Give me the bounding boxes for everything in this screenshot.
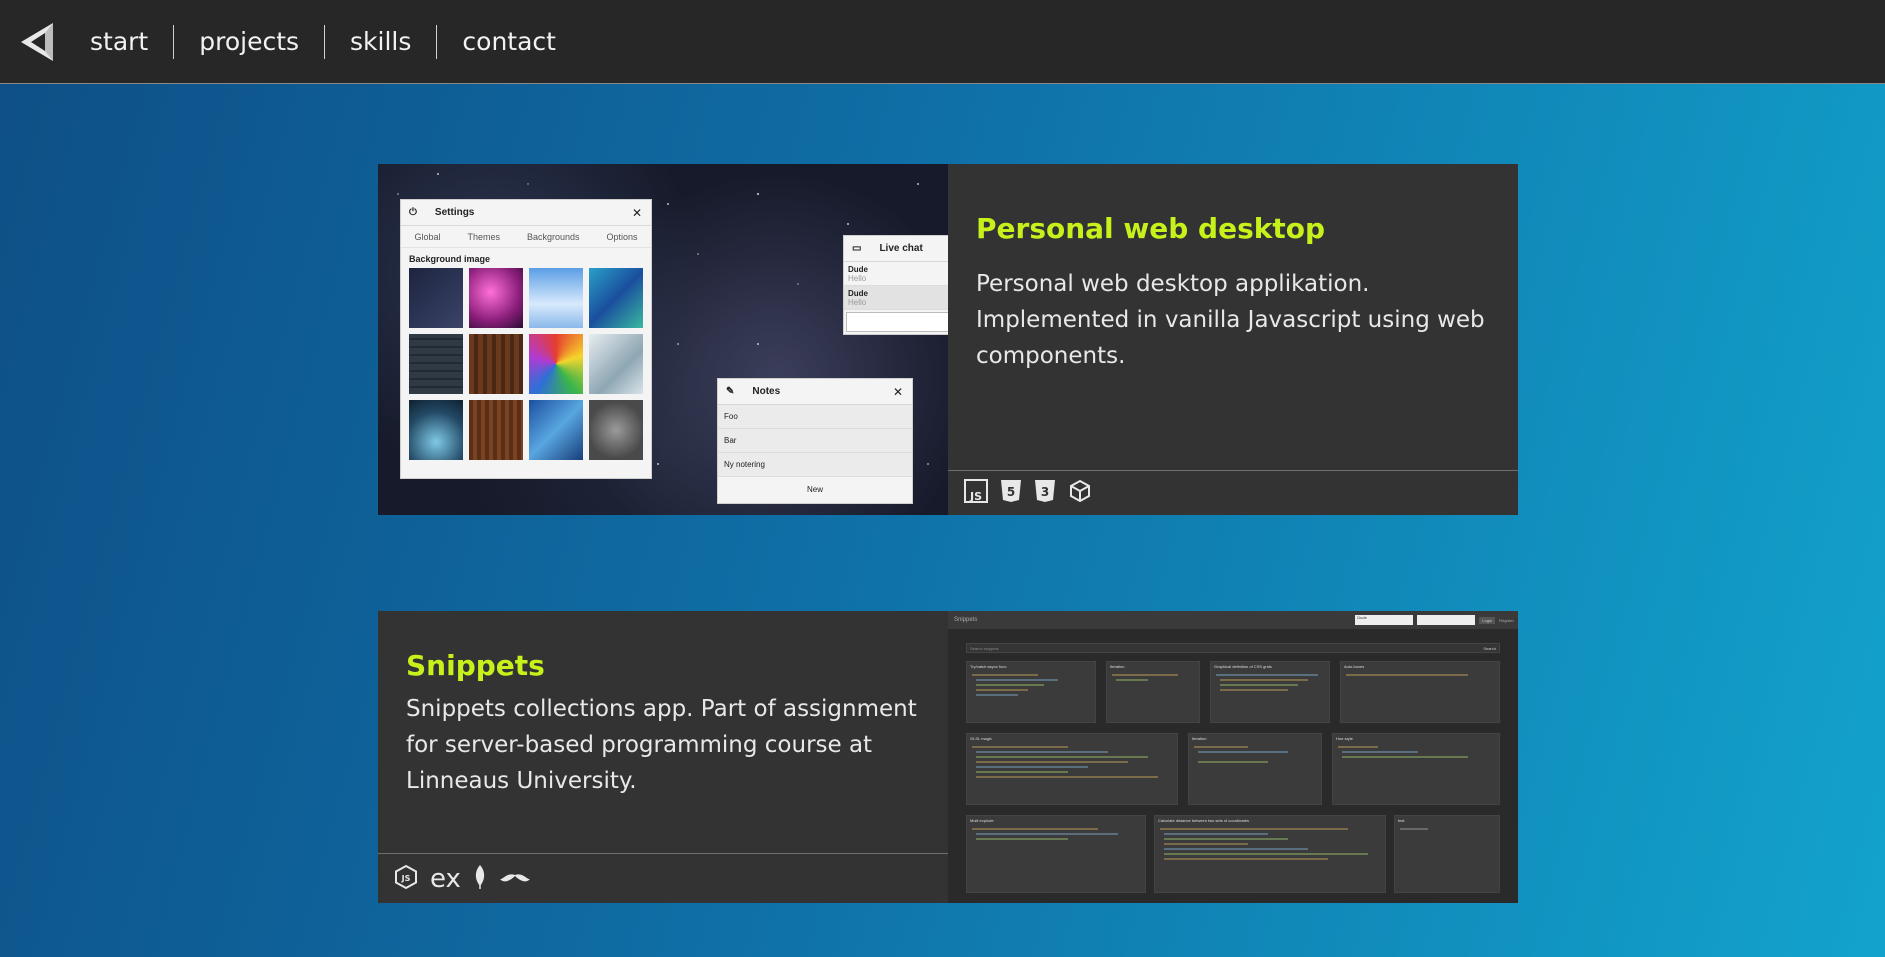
codepen-cube-icon [1068,479,1092,507]
main-nav: start projects skills contact [90,24,581,59]
notes-title: Notes [752,386,781,397]
triangle-logo-icon[interactable] [18,21,56,63]
note-item: Foo [718,405,912,429]
nav-contact-link[interactable]: contact [437,25,581,59]
project-card-personal-web-desktop[interactable]: ⏻ Settings ✕ Global Themes Backgrounds O… [378,164,1518,515]
tab-global: Global [414,231,441,242]
thumbnail [529,400,583,460]
nav-skills-link[interactable]: skills [325,25,436,59]
handlebars-mustache-icon [499,869,531,889]
thumbnail [469,400,523,460]
project-description: Personal web desktop applikation. Implem… [976,271,1485,369]
notes-window: ✎ Notes ✕ Foo Bar Ny notering New [717,378,913,504]
project-screenshot: Snippets Dude Login Register Search snip… [948,611,1518,903]
close-icon: ✕ [892,384,903,399]
live-chat-window: ▭ Live chat Dude Hello Dude Hello [843,235,948,335]
snippets-app-screenshot: Snippets Dude Login Register Search snip… [948,611,1518,903]
project-screenshot: ⏻ Settings ✕ Global Themes Backgrounds O… [378,164,948,515]
project-description: Snippets collections app. Part of assign… [406,696,917,794]
chat-message: Dude Hello [844,286,948,310]
project-info: Snippets Snippets collections app. Part … [378,611,948,903]
css3-icon: 3 [1034,479,1056,507]
javascript-icon: JS [964,479,988,507]
tab-options: Options [606,231,638,242]
settings-tabs: Global Themes Backgrounds Options [401,226,651,248]
svg-text:3: 3 [1041,485,1049,499]
settings-window-title: Settings [434,207,475,218]
note-item: Bar [718,429,912,453]
top-navbar: start projects skills contact [0,0,1885,84]
live-chat-title: Live chat [879,243,923,254]
note-item: Ny notering [718,453,912,477]
thumbnail [589,334,643,394]
thumbnail [589,268,643,328]
close-icon: ✕ [631,205,642,220]
project-card-snippets[interactable]: Snippets Snippets collections app. Part … [378,611,1518,903]
tab-backgrounds: Backgrounds [526,231,580,242]
thumbnail [409,400,463,460]
nodejs-icon: JS [394,864,418,894]
svg-text:JS: JS [969,490,982,503]
express-icon: ex [430,863,461,894]
thumbnail [409,268,463,328]
pencil-icon: ✎ [726,386,735,397]
thumbnail [469,334,523,394]
power-icon: ⏻ [409,207,417,218]
settings-window: ⏻ Settings ✕ Global Themes Backgrounds O… [400,199,652,479]
chat-icon: ▭ [852,243,862,254]
new-note-button: New [806,484,823,494]
thumbnail [469,268,523,328]
code-lines-decoration [972,674,1468,860]
background-heading: Background image [409,254,491,264]
tech-icons: JS ex [378,853,948,903]
svg-text:5: 5 [1007,485,1015,499]
tab-themes: Themes [467,231,500,242]
project-title[interactable]: Snippets [406,649,545,682]
background-thumbnails [401,268,651,460]
thumbnail [409,334,463,394]
thumbnail [529,268,583,328]
svg-text:JS: JS [401,874,411,883]
chat-message: Dude Hello [844,262,948,286]
mongodb-leaf-icon [473,864,487,894]
nav-projects-link[interactable]: projects [174,25,324,59]
project-title[interactable]: Personal web desktop [976,212,1325,245]
thumbnail [589,400,643,460]
chat-input [846,312,948,332]
html5-icon: 5 [1000,479,1022,507]
project-info: Personal web desktop Personal web deskto… [948,164,1518,515]
nav-start-link[interactable]: start [90,25,173,59]
thumbnail [529,334,583,394]
tech-icons: JS 5 3 [948,470,1518,515]
